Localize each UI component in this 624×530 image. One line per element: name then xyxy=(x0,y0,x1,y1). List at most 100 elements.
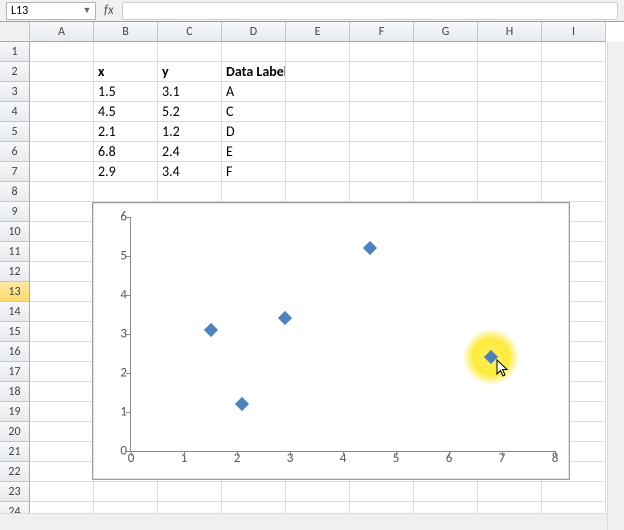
cell[interactable]: 6.8 xyxy=(94,142,158,162)
cell[interactable] xyxy=(158,182,222,202)
cell[interactable] xyxy=(286,182,350,202)
cell[interactable] xyxy=(30,182,94,202)
column-header[interactable]: C xyxy=(158,22,222,42)
row-header[interactable]: 11 xyxy=(0,242,30,262)
cell[interactable] xyxy=(350,82,414,102)
cell[interactable] xyxy=(414,142,478,162)
cell[interactable]: 1.5 xyxy=(94,82,158,102)
cell[interactable] xyxy=(30,42,94,62)
cell[interactable]: D xyxy=(222,122,286,142)
cell[interactable] xyxy=(542,122,606,142)
cell[interactable] xyxy=(350,182,414,202)
cell[interactable]: x xyxy=(94,62,158,82)
cell[interactable] xyxy=(30,382,94,402)
column-header[interactable]: H xyxy=(478,22,542,42)
cell[interactable]: 4.5 xyxy=(94,102,158,122)
row-header[interactable]: 1 xyxy=(0,42,30,62)
select-all-cell[interactable] xyxy=(0,22,30,42)
scatter-point[interactable] xyxy=(203,323,217,337)
cell[interactable] xyxy=(414,122,478,142)
chevron-down-icon[interactable]: ▼ xyxy=(81,5,93,17)
scatter-point[interactable] xyxy=(362,241,376,255)
cell[interactable] xyxy=(286,62,350,82)
cell[interactable] xyxy=(350,162,414,182)
cell[interactable]: 2.9 xyxy=(94,162,158,182)
cell[interactable] xyxy=(30,242,94,262)
row-header[interactable]: 18 xyxy=(0,382,30,402)
cell[interactable] xyxy=(30,362,94,382)
cell[interactable] xyxy=(222,42,286,62)
embedded-chart[interactable]: 0123456012345678 xyxy=(92,202,570,480)
cell[interactable] xyxy=(30,462,94,482)
cell[interactable] xyxy=(30,402,94,422)
cell[interactable] xyxy=(414,42,478,62)
cell[interactable] xyxy=(30,62,94,82)
cell[interactable] xyxy=(542,182,606,202)
cell[interactable] xyxy=(30,162,94,182)
cell[interactable] xyxy=(542,482,606,502)
row-header[interactable]: 13 xyxy=(0,282,30,302)
cell[interactable]: 2.4 xyxy=(158,142,222,162)
cell[interactable] xyxy=(286,482,350,502)
row-header[interactable]: 5 xyxy=(0,122,30,142)
cell[interactable] xyxy=(350,102,414,122)
cell[interactable] xyxy=(478,62,542,82)
cell[interactable]: 3.4 xyxy=(158,162,222,182)
cell[interactable] xyxy=(30,262,94,282)
row-header[interactable]: 10 xyxy=(0,222,30,242)
cell[interactable]: A xyxy=(222,82,286,102)
cell[interactable] xyxy=(30,482,94,502)
cell[interactable] xyxy=(542,102,606,122)
cell[interactable] xyxy=(350,122,414,142)
cell[interactable] xyxy=(30,202,94,222)
fx-icon[interactable]: fx xyxy=(100,3,118,18)
row-header[interactable]: 3 xyxy=(0,82,30,102)
cell[interactable] xyxy=(350,42,414,62)
row-header[interactable]: 16 xyxy=(0,342,30,362)
row-header[interactable]: 4 xyxy=(0,102,30,122)
cell[interactable] xyxy=(30,302,94,322)
column-header[interactable]: D xyxy=(222,22,286,42)
cell[interactable] xyxy=(158,42,222,62)
cell[interactable] xyxy=(350,62,414,82)
cell[interactable] xyxy=(350,482,414,502)
cell[interactable] xyxy=(478,162,542,182)
cell[interactable] xyxy=(478,42,542,62)
cell[interactable] xyxy=(286,82,350,102)
row-header[interactable]: 7 xyxy=(0,162,30,182)
cell[interactable] xyxy=(286,142,350,162)
column-header[interactable]: I xyxy=(542,22,606,42)
cell[interactable] xyxy=(30,322,94,342)
cell[interactable]: y xyxy=(158,62,222,82)
cell[interactable]: E xyxy=(222,142,286,162)
cell[interactable] xyxy=(222,482,286,502)
cell[interactable] xyxy=(30,222,94,242)
cell[interactable] xyxy=(478,482,542,502)
name-box[interactable]: L13 ▼ xyxy=(6,2,96,20)
cell[interactable]: 5.2 xyxy=(158,102,222,122)
cell[interactable] xyxy=(478,182,542,202)
cell[interactable] xyxy=(30,122,94,142)
cell[interactable] xyxy=(542,62,606,82)
cell[interactable] xyxy=(286,42,350,62)
row-header[interactable]: 12 xyxy=(0,262,30,282)
scatter-point[interactable] xyxy=(484,350,498,364)
cell[interactable] xyxy=(94,42,158,62)
cell[interactable] xyxy=(30,82,94,102)
cell[interactable]: Data Labels xyxy=(222,62,286,82)
row-header[interactable]: 22 xyxy=(0,462,30,482)
row-header[interactable]: 23 xyxy=(0,482,30,502)
cell[interactable] xyxy=(94,482,158,502)
cell[interactable] xyxy=(478,122,542,142)
cell[interactable]: C xyxy=(222,102,286,122)
cell[interactable]: 3.1 xyxy=(158,82,222,102)
cell[interactable] xyxy=(30,142,94,162)
column-header[interactable]: A xyxy=(30,22,94,42)
formula-input[interactable] xyxy=(122,2,618,20)
cell[interactable] xyxy=(286,102,350,122)
row-header[interactable]: 19 xyxy=(0,402,30,422)
cell[interactable] xyxy=(414,162,478,182)
column-header[interactable]: F xyxy=(350,22,414,42)
cell[interactable] xyxy=(350,142,414,162)
row-header[interactable]: 21 xyxy=(0,442,30,462)
